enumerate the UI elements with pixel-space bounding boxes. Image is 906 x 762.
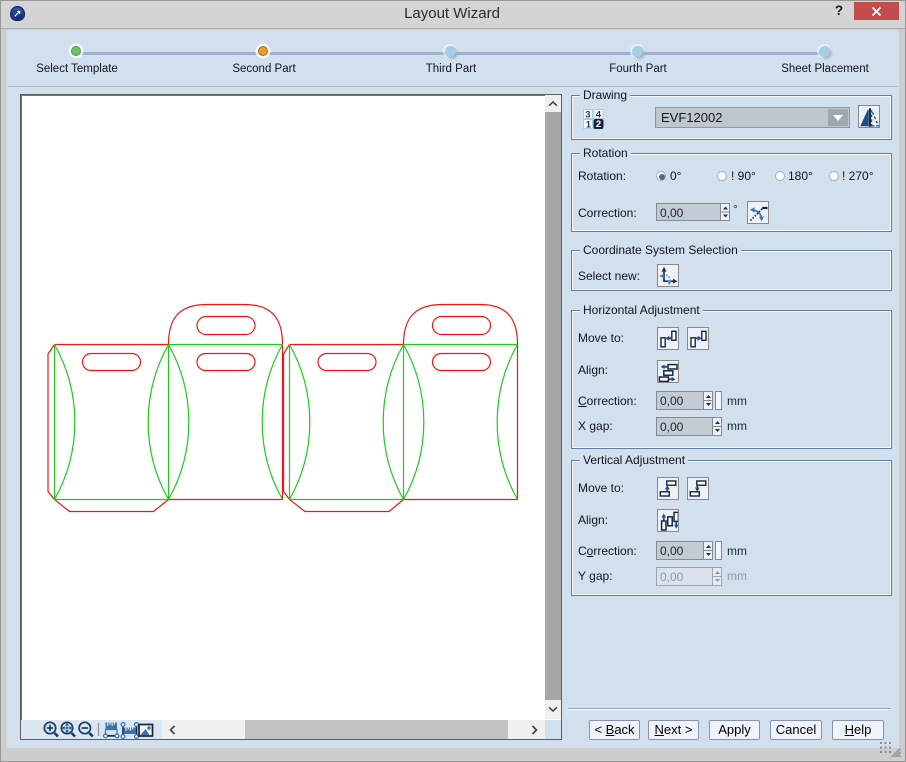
svg-text:1: 1: [586, 119, 592, 129]
svg-text:2: 2: [596, 119, 601, 129]
